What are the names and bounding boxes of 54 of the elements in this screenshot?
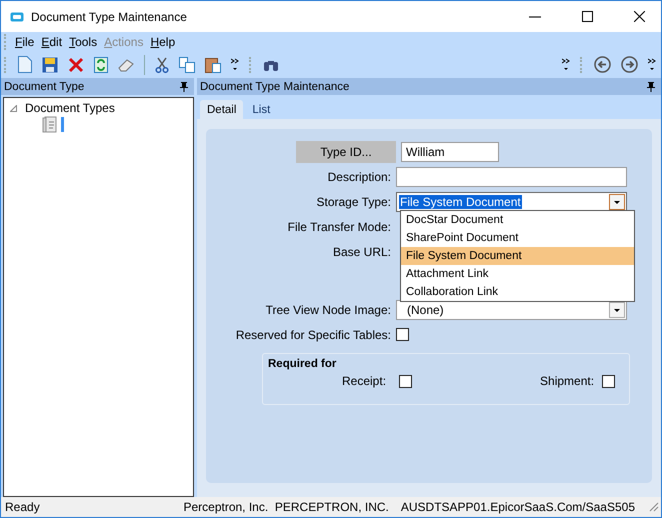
dropdown-option[interactable]: SharePoint Document [401,229,634,247]
tree-node[interactable]: Document Types [25,101,115,115]
close-icon[interactable] [634,11,645,22]
type-id-button[interactable]: Type ID... [296,140,396,162]
dropdown-option[interactable]: Attachment Link [401,265,634,283]
checkbox[interactable] [396,328,409,341]
pin-icon[interactable] [647,82,655,92]
menu-item[interactable]: Tools [69,34,98,48]
tab[interactable]: Detail [200,100,244,119]
status-text: Ready [5,500,40,514]
refresh-icon[interactable] [94,56,108,72]
resize-grip-icon[interactable] [649,502,659,512]
field-label: Description: [326,170,392,184]
menu-item[interactable]: Edit [41,34,62,48]
checkbox[interactable] [602,374,616,388]
panel-title: Document Type [4,80,84,92]
tab[interactable]: List [245,100,278,119]
maximize-icon[interactable] [582,11,593,22]
field-label: Reserved for Specific Tables: [234,328,392,342]
description-field[interactable] [396,166,627,186]
expander-icon[interactable] [10,104,17,112]
menu-item[interactable]: Help [150,34,176,48]
type-id-field[interactable]: William [401,142,499,162]
eraser-icon[interactable] [118,58,134,72]
storage-type-dropdown[interactable]: File System Document [396,192,627,212]
overflow-chevron-icon[interactable] [562,58,570,72]
overflow-chevron-icon[interactable] [648,58,656,72]
minimize-icon[interactable] [529,16,541,18]
field-label: File Transfer Mode: [286,220,392,234]
dropdown-option[interactable]: Collaboration Link [401,283,634,301]
field-label: Shipment: [540,374,594,388]
field-label: Receipt: [342,374,386,388]
app-icon [10,12,24,22]
save-icon[interactable] [42,56,58,72]
panel-title: Document Type Maintenance [200,80,350,92]
new-document-icon[interactable] [18,56,32,73]
dropdown-option[interactable]: DocStar Document [401,211,634,229]
checkbox[interactable] [399,374,412,388]
menu-item[interactable]: File [15,34,34,48]
dropdown-option[interactable]: File System Document [401,247,634,265]
group-title: Required for [268,358,336,370]
window-title: Document Type Maintenance [31,10,187,24]
pin-icon[interactable] [180,82,188,92]
field-label: Tree View Node Image: [264,302,392,316]
scissors-icon[interactable] [155,56,169,72]
status-text: Perceptron, Inc. PERCEPTRON, INC. [183,500,389,514]
overflow-chevron-icon[interactable] [231,58,239,72]
book-icon[interactable] [42,116,58,133]
delete-icon[interactable] [68,56,84,72]
field-label: Storage Type: [316,194,392,208]
field-label: Base URL: [332,244,392,258]
copy-icon[interactable] [179,56,195,72]
status-text: AUSDTSAPP01.EpicorSaaS.Com/SaaS505 [400,500,635,514]
paste-icon[interactable] [205,56,221,73]
